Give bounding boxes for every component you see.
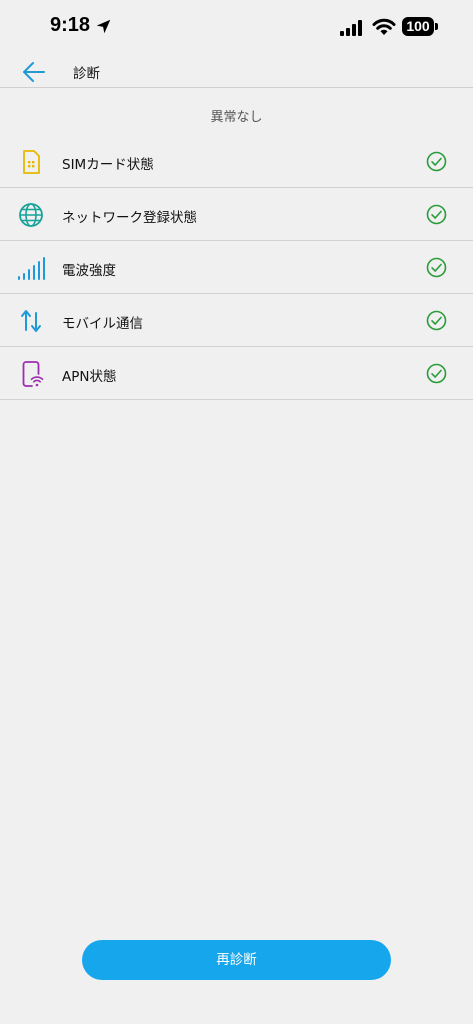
- list-item-apn: APN状態: [0, 347, 473, 400]
- diagnosis-screen: 9:18 100 診断 異常なし SIMカード状態 ネットワーク登録状態 電波強…: [0, 0, 473, 1024]
- check-circle-icon: [426, 204, 447, 225]
- list-item-label: SIMカード状態: [62, 157, 154, 173]
- rediagnose-button[interactable]: 再診断: [82, 940, 391, 980]
- cellular-signal-icon: [340, 20, 362, 36]
- check-circle-icon: [426, 257, 447, 278]
- check-circle-icon: [426, 363, 447, 384]
- list-item-label: ネットワーク登録状態: [62, 210, 197, 226]
- list-item-label: 電波強度: [62, 263, 116, 279]
- phone-wifi-icon: [22, 361, 44, 387]
- list-item-signal-strength: 電波強度: [0, 241, 473, 294]
- status-time: 9:18: [50, 14, 91, 36]
- list-item-mobile-data: モバイル通信: [0, 294, 473, 347]
- globe-icon: [19, 203, 43, 227]
- battery-cap: [435, 23, 438, 30]
- check-circle-icon: [426, 310, 447, 331]
- diagnosis-list: SIMカード状態 ネットワーク登録状態 電波強度 モバイル通信 APN状態: [0, 135, 473, 400]
- location-arrow-icon: [96, 19, 111, 34]
- battery-icon: 100: [402, 17, 434, 36]
- arrow-left-icon[interactable]: [20, 58, 48, 86]
- wifi-icon: [372, 18, 396, 35]
- page-title: 診断: [73, 66, 100, 82]
- header-divider: [0, 87, 473, 88]
- app-header: 診断: [0, 54, 473, 88]
- list-item-sim-card: SIMカード状態: [0, 135, 473, 188]
- list-item-label: APN状態: [62, 369, 117, 385]
- diagnosis-summary: 異常なし: [210, 110, 263, 125]
- signal-bars-icon: [18, 257, 45, 280]
- list-item-label: モバイル通信: [62, 316, 143, 332]
- data-arrows-icon: [21, 310, 41, 332]
- list-item-network-registration: ネットワーク登録状態: [0, 188, 473, 241]
- battery-level: 100: [406, 18, 430, 34]
- sim-card-icon: [23, 150, 40, 174]
- status-bar: 9:18 100: [0, 0, 473, 54]
- check-circle-icon: [426, 151, 447, 172]
